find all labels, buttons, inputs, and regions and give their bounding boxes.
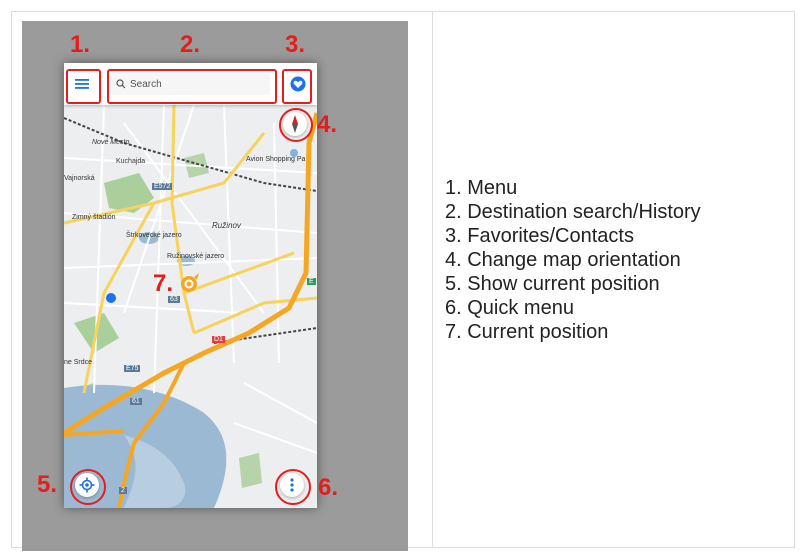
map-label-strkovec: Štrkovecké jazero <box>126 232 182 239</box>
map-label-63: 63 <box>168 296 180 303</box>
callout-number-4: 4. <box>317 111 338 138</box>
map-label-nove-mesto: Nové Mesto <box>92 139 130 146</box>
map-label-ruzinov: Ružinov <box>212 221 241 230</box>
map-label-e: E <box>307 278 316 285</box>
map-label-ne-srdce: ne Srdce <box>64 359 93 366</box>
legend-item-current-position: 7. Current position <box>445 321 609 343</box>
callout-box-search <box>107 69 277 104</box>
map-label-kuchajda: Kuchajda <box>116 158 146 165</box>
legend-item-menu: 1. Menu <box>445 177 518 199</box>
callout-number-3: 3. <box>285 31 306 58</box>
callout-number-1: 1. <box>70 31 91 58</box>
map-label-e572: E572 <box>152 183 173 190</box>
callout-box-position <box>70 469 106 505</box>
legend-item-favorites: 3. Favorites/Contacts <box>445 225 634 247</box>
map-label-2: 2 <box>119 487 127 494</box>
legend-item-quick-menu: 6. Quick menu <box>445 297 574 319</box>
callout-number-6: 6. <box>318 474 339 501</box>
legend-item-show-position: 5. Show current position <box>445 273 660 295</box>
map-label-vajnorska: Vajnorská <box>64 175 95 182</box>
legend-list: 1. Menu 2. Destination search/History 3.… <box>445 176 701 344</box>
callout-box-quick-menu <box>275 469 311 505</box>
callout-box-favorites <box>282 69 312 104</box>
callout-box-menu <box>66 69 101 104</box>
callout-number-2: 2. <box>180 31 201 58</box>
map-label-ruzinovske: Ružinovské jazero <box>167 253 225 260</box>
map-label-d1: D1 <box>212 336 225 343</box>
callout-number-7: 7. <box>153 270 174 297</box>
column-divider <box>432 11 433 548</box>
legend-item-search: 2. Destination search/History <box>445 201 701 223</box>
callout-number-5: 5. <box>37 471 58 498</box>
map-label-avion: Avion Shopping Pa <box>246 156 306 163</box>
legend-item-orientation: 4. Change map orientation <box>445 249 681 271</box>
map-label-stadion: Zimný štadión <box>72 214 116 221</box>
callout-box-compass <box>279 108 313 142</box>
map-label-e75: E75 <box>124 365 141 372</box>
map-label-61: 61 <box>130 398 142 405</box>
